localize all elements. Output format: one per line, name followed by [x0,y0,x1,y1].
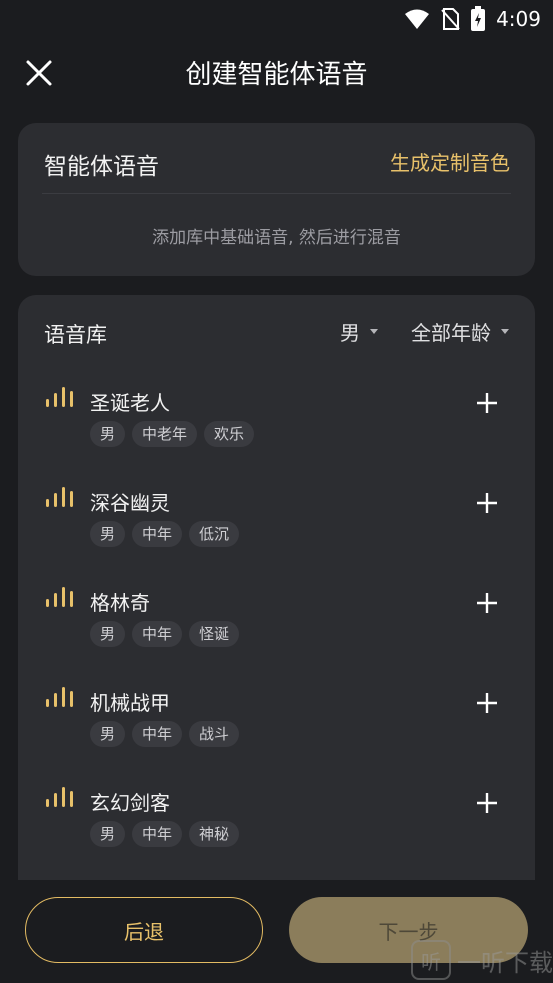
gender-filter-label: 男 [340,321,360,345]
watermark-logo: 听 [411,940,451,980]
voice-tag: 男 [90,721,126,747]
voice-library-card: 语音库 男 全部年龄 圣诞老人 男 中老年 欢乐 深谷幽灵 男 中年 低沉 格林… [18,295,535,895]
voice-name: 圣诞老人 [90,391,170,415]
header: 创建智能体语音 [0,38,553,104]
voice-item[interactable]: 格林奇 男 中年 怪诞 [18,577,535,677]
voice-tag: 怪诞 [189,621,240,647]
status-bar: 4:09 [0,0,553,38]
voice-name: 格林奇 [90,591,150,615]
voice-tag: 中年 [132,521,183,547]
sound-wave-icon [46,487,73,507]
plus-icon[interactable] [475,791,499,815]
voice-tags: 男 中年 战斗 [90,721,240,747]
page-title: 创建智能体语音 [185,60,368,90]
voice-tag: 中年 [132,621,183,647]
voice-tags: 男 中年 低沉 [90,521,240,547]
watermark: 听 一听下载 [411,940,553,980]
back-button[interactable]: 后退 [25,897,263,963]
age-filter-label: 全部年龄 [411,321,491,345]
voice-tag: 低沉 [189,521,240,547]
status-time: 4:09 [496,7,541,31]
voice-tags: 男 中年 神秘 [90,821,240,847]
sound-wave-icon [46,587,73,607]
voice-tag: 战斗 [189,721,240,747]
plus-icon[interactable] [475,691,499,715]
voice-tag: 男 [90,421,126,447]
voice-item[interactable]: 深谷幽灵 男 中年 低沉 [18,477,535,577]
voice-name: 玄幻剑客 [90,791,170,815]
voice-item[interactable]: 圣诞老人 男 中老年 欢乐 [18,377,535,477]
voice-tags: 男 中年 怪诞 [90,621,240,647]
voice-tag: 中年 [132,821,183,847]
watermark-text: 一听下载 [457,948,553,977]
voice-item[interactable]: 玄幻剑客 男 中年 神秘 [18,777,535,877]
sound-wave-icon [46,387,73,407]
voice-name: 机械战甲 [90,691,170,715]
voice-tag: 欢乐 [204,421,255,447]
plus-icon[interactable] [475,491,499,515]
age-filter-dropdown[interactable]: 全部年龄 [411,317,509,346]
voice-tag: 中老年 [132,421,198,447]
voice-tag: 男 [90,621,126,647]
divider [42,193,511,194]
voice-tag: 男 [90,821,126,847]
gender-filter-dropdown[interactable]: 男 [340,317,378,346]
sound-wave-icon [46,787,73,807]
voice-name: 深谷幽灵 [90,491,170,515]
plus-icon[interactable] [475,591,499,615]
caret-down-icon [370,329,378,334]
generate-custom-voice-button[interactable]: 生成定制音色 [390,147,510,176]
voice-tag: 神秘 [189,821,240,847]
no-sim-icon [441,8,460,30]
plus-icon[interactable] [475,391,499,415]
agent-voice-card: 智能体语音 生成定制音色 添加库中基础语音, 然后进行混音 [18,123,535,276]
battery-charging-icon [471,6,486,31]
agent-voice-title: 智能体语音 [44,154,159,180]
voice-item[interactable]: 机械战甲 男 中年 战斗 [18,677,535,777]
agent-voice-hint: 添加库中基础语音, 然后进行混音 [152,228,401,248]
voice-tags: 男 中老年 欢乐 [90,421,255,447]
caret-down-icon [501,329,509,334]
voice-tag: 中年 [132,721,183,747]
wifi-icon [405,9,430,29]
voice-tag: 男 [90,521,126,547]
voice-list: 圣诞老人 男 中老年 欢乐 深谷幽灵 男 中年 低沉 格林奇 男 中年 怪诞 机… [18,377,535,877]
voice-library-title: 语音库 [44,323,107,347]
sound-wave-icon [46,687,73,707]
